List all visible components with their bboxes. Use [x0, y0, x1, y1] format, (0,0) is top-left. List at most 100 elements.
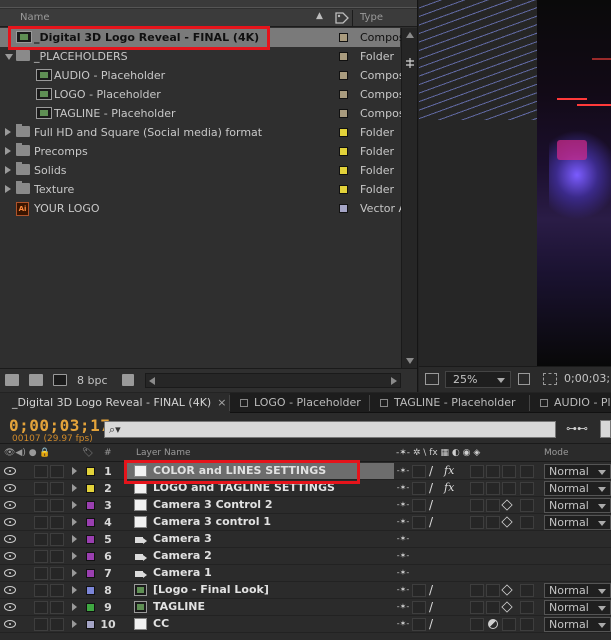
quality-switch-icon[interactable]: /	[429, 481, 433, 495]
blend-mode-dropdown[interactable]: Normal	[544, 515, 611, 530]
shy-switch-icon[interactable]: -✶-	[396, 500, 410, 511]
collapse-switch[interactable]	[412, 584, 426, 597]
lock-switch[interactable]	[50, 584, 64, 597]
shy-switch-icon[interactable]: -✶-	[396, 466, 410, 477]
chevron-right-icon[interactable]	[72, 501, 77, 509]
3d-layer-switch[interactable]	[502, 482, 516, 495]
eye-icon[interactable]	[4, 484, 16, 492]
frame-blend-switch[interactable]	[470, 482, 484, 495]
lock-switch[interactable]	[50, 618, 64, 631]
blend-mode-dropdown[interactable]: Normal	[544, 583, 611, 598]
collapse-switch[interactable]	[412, 601, 426, 614]
adjustment-switch[interactable]	[520, 601, 534, 614]
shy-switch-icon[interactable]: -✶-	[396, 551, 410, 562]
collapse-switch[interactable]	[412, 618, 426, 631]
layer-label-color[interactable]	[86, 569, 95, 578]
lock-switch[interactable]	[50, 516, 64, 529]
project-item[interactable]: Solids Folder	[0, 161, 400, 180]
eye-icon[interactable]	[4, 501, 16, 509]
column-type[interactable]: Type	[360, 12, 383, 23]
project-item[interactable]: AUDIO - Placeholder Compos	[0, 66, 405, 85]
layer-label-color[interactable]	[86, 501, 95, 510]
solo-switch[interactable]	[34, 567, 48, 580]
label-color-swatch[interactable]	[339, 204, 348, 213]
effects-icon[interactable]: fx	[444, 481, 454, 494]
eye-icon[interactable]	[4, 603, 16, 611]
label-color-swatch[interactable]	[339, 90, 348, 99]
tab-audio-placeholder[interactable]: AUDIO - Placeholder	[532, 393, 611, 413]
eye-icon[interactable]	[4, 518, 16, 526]
lock-switch[interactable]	[50, 482, 64, 495]
snapshot-icon[interactable]	[425, 373, 439, 385]
layer-name-cell[interactable]: TAGLINE	[124, 599, 394, 615]
frame-blend-switch[interactable]	[470, 601, 484, 614]
viewer-timecode[interactable]: 0;00;03;	[564, 372, 610, 385]
chevron-right-icon[interactable]	[5, 166, 11, 174]
quality-switch-icon[interactable]: /	[429, 583, 433, 597]
layer-row[interactable]: 7 Camera 1 -✶-	[0, 565, 611, 582]
layer-row[interactable]: 2 LOGO and TAGLINE SETTINGS -✶- / fx Normal	[0, 480, 611, 497]
eye-icon[interactable]	[4, 535, 16, 543]
solo-switch[interactable]	[34, 516, 48, 529]
shy-switch-icon[interactable]: -✶-	[396, 483, 410, 494]
collapse-switch[interactable]	[412, 499, 426, 512]
lock-switch[interactable]	[50, 499, 64, 512]
eye-icon[interactable]	[4, 620, 16, 628]
quality-switch-icon[interactable]: /	[429, 515, 433, 529]
layer-row[interactable]: 10 CC -✶- / Normal	[0, 616, 611, 633]
chevron-right-icon[interactable]	[72, 467, 77, 475]
shy-switch-icon[interactable]: -✶-	[396, 534, 410, 545]
shy-switch-icon[interactable]: -✶-	[396, 585, 410, 596]
layer-label-color[interactable]	[86, 603, 95, 612]
chevron-right-icon[interactable]	[72, 569, 77, 577]
column-mode[interactable]: Mode	[544, 448, 569, 458]
3d-layer-icon[interactable]	[501, 516, 513, 528]
motion-blur-icon[interactable]	[488, 619, 498, 629]
close-icon[interactable]: ×	[217, 396, 226, 409]
frame-blend-switch[interactable]	[470, 499, 484, 512]
adjustment-switch[interactable]	[520, 618, 534, 631]
solo-switch[interactable]	[34, 533, 48, 546]
project-item[interactable]: _PLACEHOLDERS Folder	[0, 47, 400, 66]
tab-tagline-placeholder[interactable]: TAGLINE - Placeholder	[372, 393, 530, 413]
lock-switch[interactable]	[50, 533, 64, 546]
layer-label-color[interactable]	[86, 484, 95, 493]
3d-layer-icon[interactable]	[501, 499, 513, 511]
lock-switch[interactable]	[50, 465, 64, 478]
project-item[interactable]: LOGO - Placeholder Compos	[0, 85, 405, 104]
viewer-canvas[interactable]	[419, 0, 611, 366]
solo-switch[interactable]	[34, 499, 48, 512]
tab-logo-placeholder[interactable]: LOGO - Placeholder	[232, 393, 370, 413]
bit-depth-button[interactable]: 8 bpc	[77, 374, 108, 387]
chevron-right-icon[interactable]	[72, 518, 77, 526]
layer-name-cell[interactable]: CC	[124, 616, 394, 632]
shy-switch-icon[interactable]: -✶-	[396, 619, 410, 630]
sort-up-icon[interactable]: ▲	[316, 11, 323, 21]
layer-row[interactable]: 5 Camera 3 -✶-	[0, 531, 611, 548]
draft-3d-icon[interactable]	[600, 420, 611, 438]
blend-mode-dropdown[interactable]: Normal	[544, 600, 611, 615]
label-color-swatch[interactable]	[339, 71, 348, 80]
3d-layer-icon[interactable]	[501, 584, 513, 596]
chevron-right-icon[interactable]	[72, 484, 77, 492]
blend-mode-dropdown[interactable]: Normal	[544, 481, 611, 496]
scroll-right-icon[interactable]	[391, 377, 397, 385]
solo-switch[interactable]	[34, 584, 48, 597]
lock-switch[interactable]	[50, 601, 64, 614]
chevron-right-icon[interactable]	[5, 128, 11, 136]
label-color-swatch[interactable]	[339, 33, 348, 42]
quality-switch-icon[interactable]: /	[429, 464, 433, 478]
lock-switch[interactable]	[50, 550, 64, 563]
project-item[interactable]: Precomps Folder	[0, 142, 400, 161]
label-tag-icon[interactable]: 🏷	[82, 448, 93, 458]
layer-name-cell[interactable]: Camera 3 Control 2	[124, 497, 394, 513]
layer-row[interactable]: 6 Camera 2 -✶-	[0, 548, 611, 565]
motion-blur-switch[interactable]	[486, 516, 500, 529]
tab-digital-3d-logo-reveal[interactable]: _Digital 3D Logo Reveal - FINAL (4K) ×	[0, 393, 230, 413]
chevron-right-icon[interactable]	[72, 535, 77, 543]
chevron-right-icon[interactable]	[72, 603, 77, 611]
motion-blur-switch[interactable]	[486, 482, 500, 495]
quality-switch-icon[interactable]: /	[429, 498, 433, 512]
solo-switch[interactable]	[34, 618, 48, 631]
quality-switch-icon[interactable]: /	[429, 600, 433, 614]
